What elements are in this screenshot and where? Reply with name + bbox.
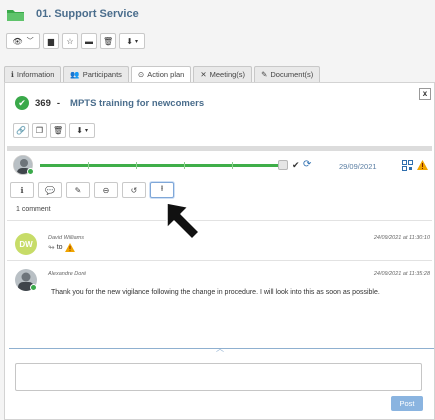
trash-icon: 🗑	[103, 36, 114, 46]
delete-folder-button[interactable]: 🗑	[100, 33, 117, 49]
action-header: ✔ 369 - MPTS training for newcomers	[15, 96, 204, 110]
close-button[interactable]: x	[419, 88, 431, 100]
qr-code-icon[interactable]	[402, 160, 413, 171]
comment-count: 1 comment	[16, 206, 51, 213]
tab-label: Meeting(s)	[209, 70, 246, 79]
tab-label: Information	[16, 70, 55, 79]
action-subtabs: ℹ 💬 ✎ ⊖ ↺ ⭱	[10, 182, 174, 198]
comment-action-to: to	[56, 244, 63, 251]
chevron-down-icon: ▾	[135, 38, 139, 45]
comment-text: Thank you for the new vigilance followin…	[51, 289, 380, 296]
tab-participants[interactable]: 👥 Participants	[63, 66, 129, 82]
tab-label: Participants	[82, 70, 122, 79]
section-bar	[7, 146, 432, 151]
refresh-icon[interactable]: ⟳	[303, 159, 311, 170]
action-separator: -	[56, 97, 61, 109]
upload-icon: ⭱	[160, 184, 164, 193]
folder-header: 01. Support Service	[0, 0, 435, 30]
clock-check-icon: ⊙	[137, 70, 145, 79]
export-dropdown-button[interactable]: ⬇ ▾	[69, 123, 96, 138]
tab-label: Document(s)	[270, 70, 314, 79]
view-dropdown-button[interactable]: 👁 ﹀	[6, 33, 40, 49]
tab-meetings[interactable]: ✕ Meeting(s)	[193, 66, 253, 82]
subtab-comments[interactable]: 💬	[38, 182, 62, 198]
chevron-down-icon: ▾	[84, 128, 88, 134]
tab-information[interactable]: ℹ Information	[4, 66, 62, 82]
paperclip-icon: ✎	[74, 185, 82, 195]
pen-icon: ↬	[48, 243, 55, 252]
info-icon: ℹ	[20, 185, 24, 195]
folder-toolbar: 👁 ﹀ ▆ ☆ ▬ 🗑 ⬇ ▾	[6, 33, 146, 49]
check-icon[interactable]: ✔	[292, 160, 300, 171]
subtab-info[interactable]: ℹ	[10, 182, 34, 198]
due-date[interactable]: 29/09/2021	[339, 162, 377, 171]
minus-circle-icon: ⊖	[102, 185, 110, 195]
action-toolbar: 🔗 ❐ 🗑 ⬇ ▾	[13, 123, 96, 138]
cursor-arrow-icon	[166, 202, 200, 240]
check-circle-icon: ✔	[15, 96, 29, 110]
comment-date: 24/09/2021 at 11:35:28	[373, 271, 430, 277]
folder-add-button[interactable]: ▆	[43, 33, 59, 49]
users-icon: 👥	[70, 70, 80, 79]
comment-author: David Williams	[48, 235, 85, 241]
download-icon: ⬇	[126, 36, 133, 46]
trash-icon: 🗑	[52, 126, 64, 135]
online-status-icon	[30, 284, 37, 291]
online-status-icon	[27, 168, 34, 175]
copy-icon: ❐	[35, 126, 44, 135]
link-button[interactable]: 🔗	[13, 123, 29, 138]
subtab-status[interactable]: ⊖	[94, 182, 118, 198]
progress-handle[interactable]	[278, 160, 288, 170]
subtab-upload[interactable]: ⭱	[150, 182, 174, 198]
comment-body: ↬ to	[48, 243, 75, 252]
subtab-attachments[interactable]: ✎	[66, 182, 90, 198]
action-title: MPTS training for newcomers	[70, 97, 205, 109]
link-icon: 🔗	[16, 126, 26, 135]
folder-tabs: ℹ Information 👥 Participants ⊙ Action pl…	[4, 66, 321, 82]
favorite-button[interactable]: ☆	[62, 33, 78, 49]
info-icon: ℹ	[11, 70, 14, 79]
chevron-down-icon: ﹀	[26, 38, 34, 45]
action-plan-panel: ✔ 369 - MPTS training for newcomers x 🔗 …	[4, 82, 435, 420]
subtab-history[interactable]: ↺	[122, 182, 146, 198]
divider	[7, 220, 432, 221]
folder-add-icon: ▆	[47, 36, 55, 46]
folder-title: 01. Support Service	[36, 8, 139, 20]
copy-button[interactable]: ❐	[31, 123, 47, 138]
comment-icon: 💬	[45, 185, 55, 195]
post-button[interactable]: Post	[391, 396, 423, 411]
archive-icon: ▬	[85, 36, 93, 46]
warning-icon	[64, 243, 75, 252]
action-number: 369	[35, 97, 51, 109]
download-icon: ⬇	[76, 126, 83, 135]
comment-date: 24/09/2021 at 11:30:10	[373, 235, 430, 241]
warning-icon	[417, 160, 428, 170]
tab-documents[interactable]: ✎ Document(s)	[254, 66, 321, 82]
divider	[7, 260, 432, 261]
progress-track[interactable]	[40, 162, 278, 169]
eye-icon: 👁	[12, 36, 23, 46]
download-dropdown-button[interactable]: ⬇ ▾	[119, 33, 146, 49]
tab-action-plan[interactable]: ⊙ Action plan	[130, 66, 192, 82]
meeting-icon: ✕	[200, 70, 207, 79]
history-icon: ↺	[130, 185, 138, 195]
delete-action-button[interactable]: 🗑	[49, 123, 67, 138]
archive-button[interactable]: ▬	[81, 33, 97, 49]
folder-icon	[7, 10, 24, 21]
comment-author: Alexandre Doré	[48, 271, 87, 277]
paperclip-icon: ✎	[261, 70, 268, 79]
star-icon: ☆	[66, 36, 74, 46]
tab-label: Action plan	[147, 70, 185, 79]
comment-input[interactable]	[15, 363, 422, 391]
chevron-up-icon[interactable]: ︿	[216, 343, 224, 354]
avatar: DW	[15, 233, 37, 255]
progress-row: ✔ ⟳ 29/09/2021	[13, 155, 430, 179]
